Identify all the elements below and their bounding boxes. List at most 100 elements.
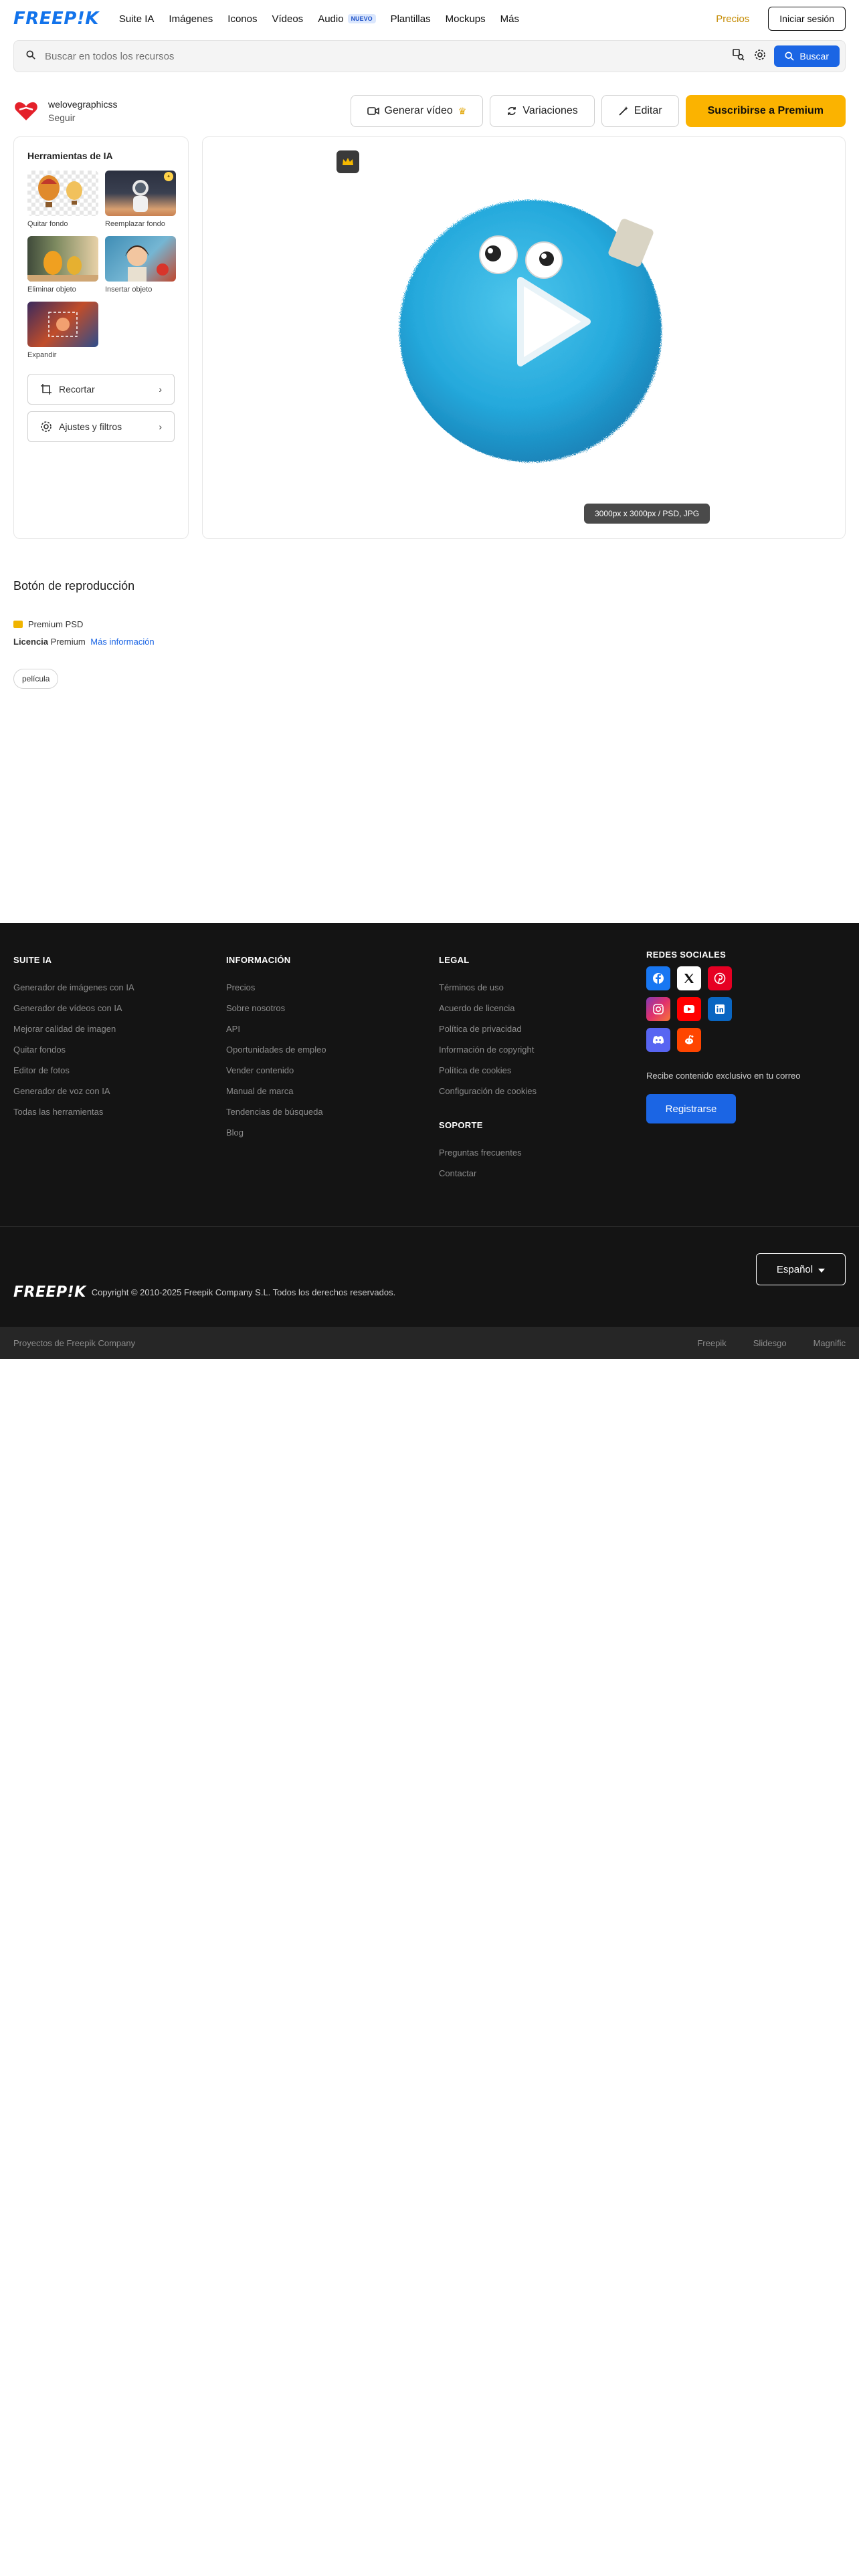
image-search-icon[interactable] [733,48,745,64]
ai-tools-title: Herramientas de IA [27,150,113,161]
footer-link[interactable]: Política de cookies [439,1065,537,1086]
footer-col-info: INFORMACIÓN Precios Sobre nosotros API O… [226,955,326,1148]
reddit-icon[interactable] [677,1028,701,1052]
copyright-row: FREEP!K Copyright © 2010-2025 Freepik Co… [13,1284,395,1301]
x-icon[interactable] [677,966,701,990]
bottom-link-magnific[interactable]: Magnific [814,1338,846,1348]
footer-link[interactable]: Blog [226,1128,326,1148]
footer-link[interactable]: Generador de voz con IA [13,1086,134,1107]
footer-heading: REDES SOCIALES [646,950,727,960]
footer-col-legal: LEGAL Términos de uso Acuerdo de licenci… [439,955,537,1189]
footer-link[interactable]: API [226,1024,326,1045]
variations-button[interactable]: Variaciones [490,95,595,127]
pricing-link[interactable]: Precios [716,13,749,25]
asset-type-row: Premium PSD [13,619,83,629]
footer-link[interactable]: Contactar [439,1168,537,1189]
nav-mockups[interactable]: Mockups [446,13,486,25]
tool-label: Eliminar objeto [27,286,76,294]
search-tools [733,48,766,64]
register-button[interactable]: Registrarse [646,1094,736,1123]
subscribe-premium-button[interactable]: Suscribirse a Premium [685,95,846,127]
tool-remove-background[interactable]: Quitar fondo [27,171,98,228]
footer-link[interactable]: Configuración de cookies [439,1086,537,1107]
footer-link[interactable]: Oportunidades de empleo [226,1045,326,1065]
social-icons [646,966,801,1052]
footer-link[interactable]: Precios [226,982,326,1003]
footer-link[interactable]: Vender contenido [226,1065,326,1086]
footer-link[interactable]: Tendencias de búsqueda [226,1107,326,1128]
tool-replace-background[interactable]: ✦ Reemplazar fondo [105,171,176,228]
settings-icon[interactable] [754,49,766,64]
asset-type: Premium PSD [28,619,84,629]
insert-object-thumbnail [105,236,176,282]
follow-button[interactable]: Seguir [48,112,118,123]
copyright-text: Copyright © 2010-2025 Freepik Company S.… [91,1287,396,1297]
pinterest-icon[interactable] [708,966,732,990]
youtube-icon[interactable] [677,997,701,1021]
discord-icon[interactable] [646,1028,670,1052]
top-navigation: FREEP!K Suite IA Imágenes Iconos Vídeos … [0,0,859,37]
freepik-logo[interactable]: FREEP!K [13,9,99,29]
footer-logo[interactable]: FREEP!K [13,1284,86,1301]
company-projects-label: Proyectos de Freepik Company [13,1337,136,1348]
footer-link[interactable]: Generador de imágenes con IA [13,982,134,1003]
nav-images[interactable]: Imágenes [169,13,213,25]
nav-videos[interactable]: Vídeos [272,13,303,25]
image-preview[interactable]: 3000px x 3000px / PSD, JPG [202,136,846,539]
footer-link[interactable]: Términos de uso [439,982,537,1003]
gear-icon [41,421,52,432]
nav-icons[interactable]: Iconos [227,13,257,25]
crown-icon: ♛ [458,105,467,116]
footer-link[interactable]: Editor de fotos [13,1065,134,1086]
chevron-down-icon [818,1264,826,1275]
login-button[interactable]: Iniciar sesión [768,7,846,31]
more-info-link[interactable]: Más información [90,637,154,647]
ai-tools-panel: Herramientas de IA Quitar fondo ✦ Reempl… [13,136,189,539]
generate-video-button[interactable]: Generar vídeo ♛ [350,95,484,127]
footer-link[interactable]: Acuerdo de licencia [439,1003,537,1024]
crop-label: Recortar [59,384,95,395]
search-button[interactable]: Buscar [774,45,840,67]
search-button-label: Buscar [799,51,829,62]
footer-link[interactable]: Sobre nosotros [226,1003,326,1024]
author-row: welovegraphicss Seguir Generar vídeo ♛ V… [13,91,846,131]
instagram-icon[interactable] [646,997,670,1021]
footer-link[interactable]: Preguntas frecuentes [439,1148,537,1168]
footer-link[interactable]: Todas las herramientas [13,1107,134,1128]
crop-button[interactable]: Recortar › [27,374,175,405]
action-buttons: Generar vídeo ♛ Variaciones Editar Suscr… [350,95,846,127]
language-selector[interactable]: Español [756,1253,846,1285]
nav-templates[interactable]: Plantillas [391,13,431,25]
linkedin-icon[interactable] [708,997,732,1021]
adjustments-button[interactable]: Ajustes y filtros › [27,411,175,442]
tool-remove-object[interactable]: Eliminar objeto [27,236,98,294]
ai-tools-grid: Quitar fondo ✦ Reemplazar fondo Eliminar… [27,171,176,359]
remove-background-thumbnail [27,171,98,216]
newsletter-text: Recibe contenido exclusivo en tu correo [646,1071,801,1081]
footer-link[interactable]: Política de privacidad [439,1024,537,1045]
facebook-icon[interactable] [646,966,670,990]
footer-link[interactable]: Quitar fondos [13,1045,134,1065]
edit-label: Editar [634,105,662,116]
search-input[interactable] [45,50,733,62]
footer-heading: LEGAL [439,955,470,965]
tool-insert-object[interactable]: Insertar objeto [105,236,176,294]
footer-link[interactable]: Información de copyright [439,1045,537,1065]
bottom-link-slidesgo[interactable]: Slidesgo [753,1338,787,1348]
footer-heading: SOPORTE [439,1120,483,1130]
tool-expand[interactable]: Expandir [27,302,98,359]
nav-audio[interactable]: Audio NUEVO [318,13,376,25]
tag-chip[interactable]: película [13,669,59,689]
footer-link[interactable]: Mejorar calidad de imagen [13,1024,134,1045]
avatar[interactable] [13,98,39,124]
search-button-icon [785,51,795,61]
bottom-link-freepik[interactable]: Freepik [697,1338,726,1348]
nav-suite-ia[interactable]: Suite IA [119,13,155,25]
nav-more[interactable]: Más [500,13,519,25]
footer-link[interactable]: Manual de marca [226,1086,326,1107]
edit-button[interactable]: Editar [601,95,679,127]
author-name[interactable]: welovegraphicss [48,99,118,110]
footer-link[interactable]: Generador de vídeos con IA [13,1003,134,1024]
video-camera-icon [367,107,379,115]
author-info: welovegraphicss Seguir [48,99,118,123]
